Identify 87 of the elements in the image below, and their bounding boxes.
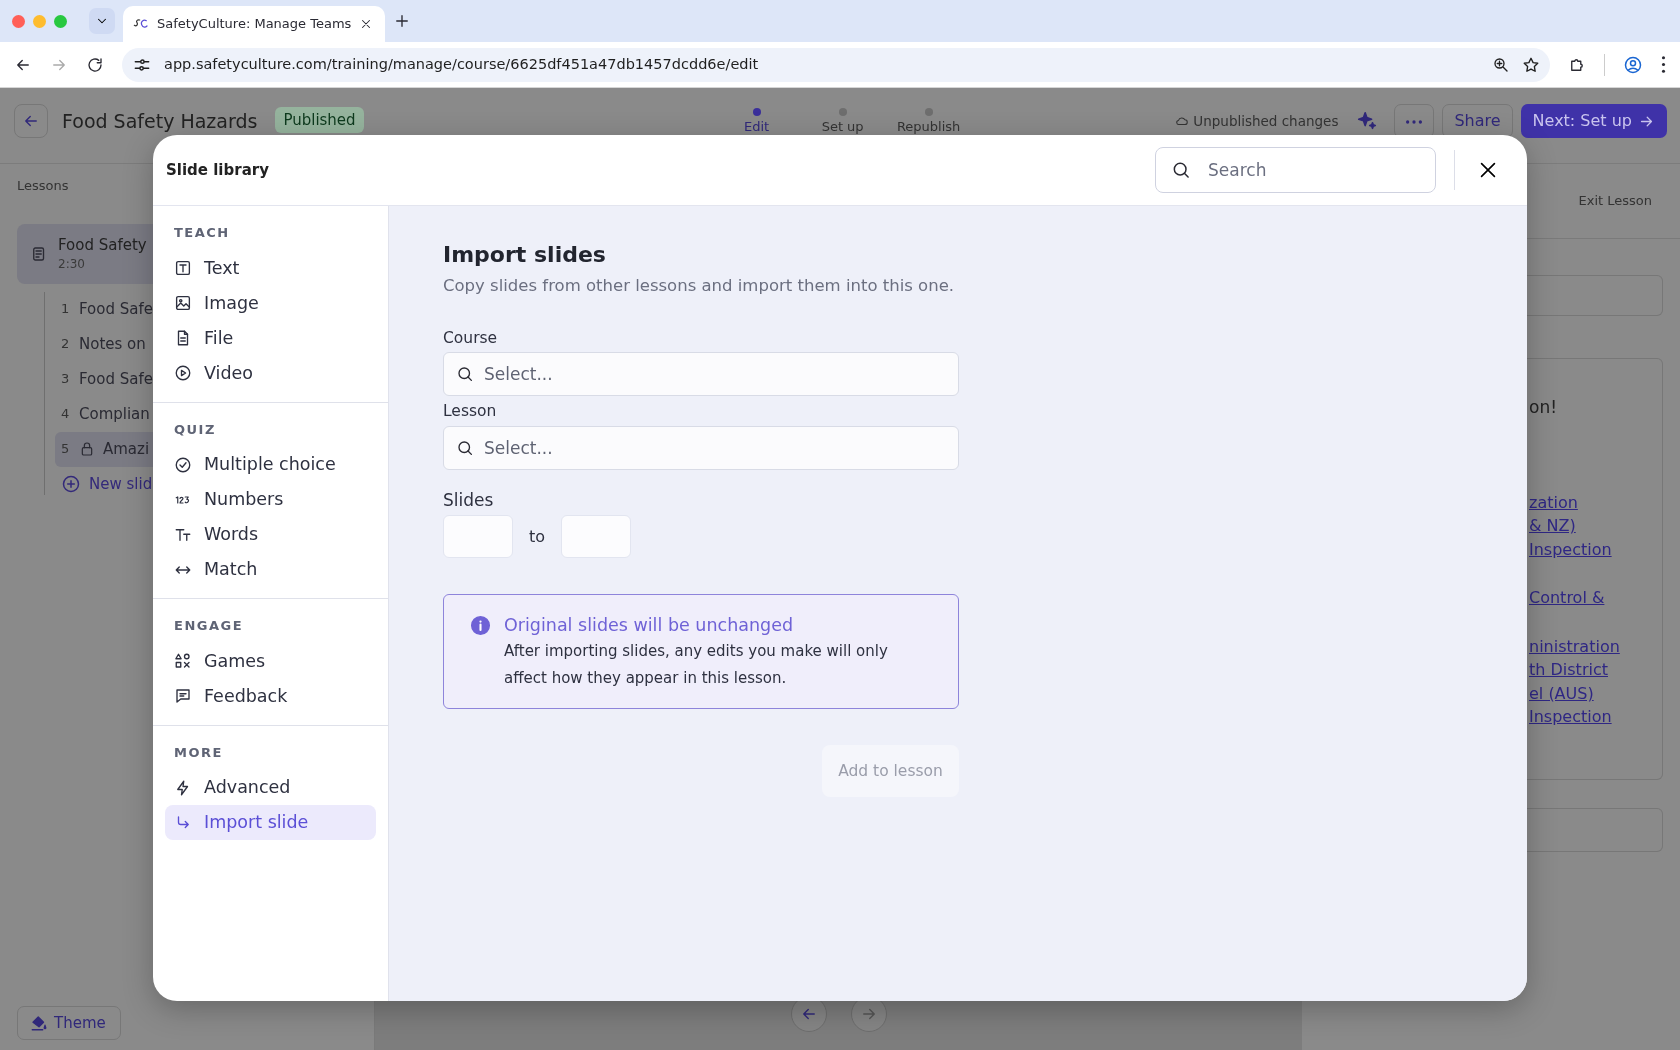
feedback-icon xyxy=(174,687,192,705)
library-item[interactable]: Multiple choice xyxy=(165,447,376,482)
text-icon xyxy=(174,259,192,277)
input-field[interactable] xyxy=(561,515,632,559)
slide-number: 5 xyxy=(61,440,71,459)
search-field[interactable]: Search xyxy=(1155,147,1436,193)
more-vertical-icon[interactable] xyxy=(1661,56,1666,73)
info-title: Original slides will be unchanged xyxy=(504,614,795,638)
reload-icon[interactable] xyxy=(86,55,104,74)
slide-item[interactable]: 4 Complian xyxy=(55,396,153,432)
section-heading: TEACH xyxy=(173,224,231,242)
library-item[interactable]: Image xyxy=(165,285,376,321)
slide-number: 1 xyxy=(61,300,71,319)
slide-item[interactable]: 5 Amazi xyxy=(55,431,153,467)
cloud-icon xyxy=(1175,114,1190,128)
resource-link[interactable]: ninistration xyxy=(1529,634,1620,658)
library-item[interactable]: File xyxy=(165,320,376,356)
plus-icon[interactable] xyxy=(393,12,411,30)
video-icon xyxy=(174,364,192,382)
select-field[interactable]: Select... xyxy=(443,352,959,397)
library-item[interactable]: Numbers xyxy=(165,482,376,517)
back-button[interactable] xyxy=(14,104,48,138)
resource-link[interactable]: Control & xyxy=(1529,586,1605,610)
paint-bucket-icon xyxy=(30,1014,48,1032)
library-item[interactable]: Advanced xyxy=(165,770,376,805)
slide-item[interactable]: 3 Food Safe xyxy=(55,361,153,397)
select-field[interactable]: Select... xyxy=(443,425,959,470)
slide-number: 2 xyxy=(61,335,71,354)
library-item[interactable]: Match xyxy=(165,552,376,587)
sparkle-icon[interactable] xyxy=(1356,110,1379,132)
resource-link[interactable]: el (AUS) xyxy=(1529,681,1594,705)
preview-heading: on! xyxy=(1529,396,1558,419)
lesson-duration: 2:30 xyxy=(58,255,86,273)
image-icon xyxy=(174,294,192,312)
library-item[interactable]: Text xyxy=(165,250,376,286)
tab-title: SafetyCulture: Manage Teams xyxy=(157,15,352,34)
resource-link[interactable]: Inspection xyxy=(1529,705,1612,729)
resource-link[interactable]: & NZ) xyxy=(1529,514,1576,538)
dialog-title: Slide library xyxy=(166,159,269,181)
info-text: After importing slides, any edits you make will only affect how they appear in this lesson. xyxy=(504,641,889,690)
section-heading: ENGAGE xyxy=(173,617,245,635)
field-label: Course xyxy=(443,328,499,350)
resource-link[interactable]: Inspection xyxy=(1529,537,1612,561)
star-icon[interactable] xyxy=(1522,55,1540,74)
lock-icon xyxy=(79,441,95,457)
section-description: Copy slides from other lessons and import them into this one. xyxy=(443,275,956,298)
slide-number: 3 xyxy=(61,370,71,389)
theme-button[interactable]: Theme xyxy=(17,1006,121,1040)
library-item[interactable]: Import slide xyxy=(165,805,376,840)
zoom-in-icon[interactable] xyxy=(1492,55,1510,74)
next-button[interactable]: Next: Set up xyxy=(1520,104,1667,138)
resource-link[interactable]: th District xyxy=(1529,658,1608,682)
search-icon xyxy=(456,438,474,457)
check-icon xyxy=(174,455,192,474)
search-icon xyxy=(1171,160,1191,180)
slide-item[interactable]: 2 Notes on xyxy=(55,326,153,362)
slide-item[interactable]: 1 Food Safe xyxy=(55,291,153,327)
profile-icon[interactable] xyxy=(1623,54,1643,75)
section-heading: QUIZ xyxy=(173,420,217,439)
save-status: Unpublished changes xyxy=(1193,111,1339,131)
more-icon xyxy=(1406,119,1423,124)
lesson-title: Food Safety xyxy=(58,234,147,255)
info-icon xyxy=(470,615,491,637)
games-icon xyxy=(174,652,192,670)
course-title: Food Safety Hazards xyxy=(62,109,258,134)
section-title: Import slides xyxy=(443,242,607,269)
input-field[interactable] xyxy=(443,515,513,559)
range-separator: to xyxy=(529,525,546,548)
search-icon xyxy=(456,365,474,384)
status-badge: Published xyxy=(275,107,364,133)
step-label[interactable]: Republish xyxy=(896,119,961,134)
resource-link[interactable]: zation xyxy=(1529,490,1578,514)
browser-tab[interactable]: SafetyCulture: Manage Teams xyxy=(123,6,385,42)
step-label[interactable]: Set up xyxy=(821,119,864,134)
library-item[interactable]: Feedback xyxy=(165,678,376,714)
step-label[interactable]: Edit xyxy=(744,119,770,134)
field-label: Slides xyxy=(443,488,495,512)
slide-number: 4 xyxy=(61,405,71,424)
lesson-card[interactable]: Food Safety 2:30 xyxy=(17,223,153,284)
section-heading: MORE xyxy=(173,743,224,762)
section-label: Lessons xyxy=(16,177,70,195)
plus-circle-icon xyxy=(61,473,81,494)
new-slide-link[interactable]: New slid xyxy=(55,466,153,495)
library-item[interactable]: Video xyxy=(165,355,376,391)
library-item[interactable]: Games xyxy=(165,643,376,679)
library-item[interactable]: Words xyxy=(165,517,376,552)
field-label: Lesson xyxy=(443,401,498,423)
